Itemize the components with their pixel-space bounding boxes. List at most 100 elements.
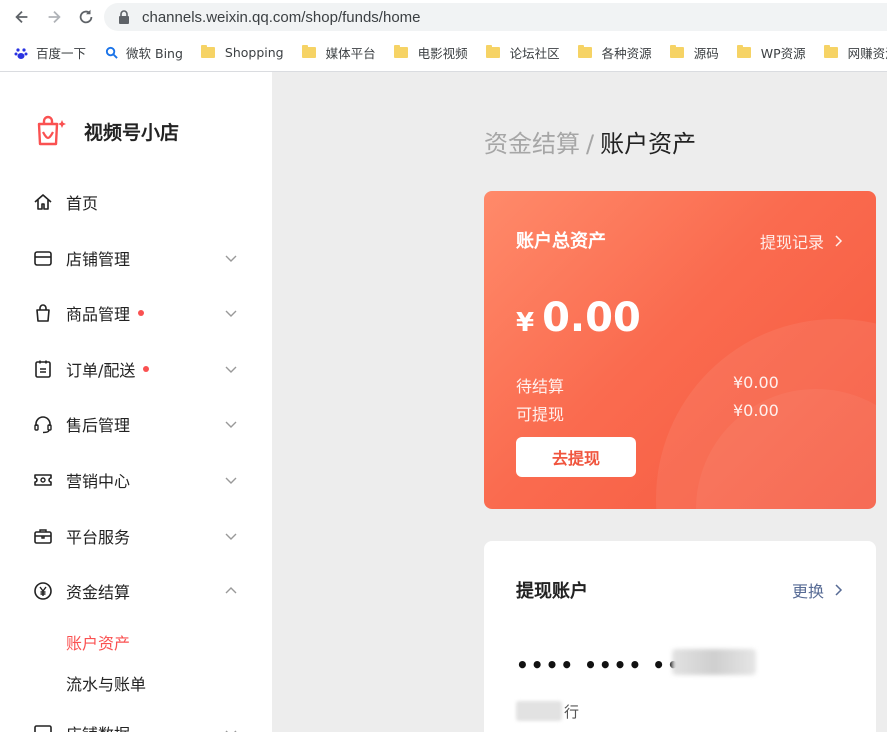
chevron-up-icon [225, 587, 237, 594]
reload-icon [79, 9, 93, 24]
folder-icon [393, 45, 408, 58]
sidebar-item-label: 店铺管理 [66, 250, 131, 269]
total-assets-amount: ¥ 0.00 [516, 295, 641, 341]
notification-dot [138, 310, 145, 316]
chevron-right-icon [835, 584, 843, 596]
sidebar-item-label: 平台服务 [66, 528, 131, 547]
folder-icon [301, 45, 316, 58]
withdrawable-value: ¥0.00 [733, 401, 779, 420]
chevron-down-icon [225, 477, 237, 484]
bookmarks-bar: 百度一下 微软 Bing Shopping 媒体平台 电影视频 论坛社区 各种资… [0, 34, 887, 72]
bing-search-icon [104, 46, 118, 60]
sidebar-item-platform-services[interactable]: 平台服务 [32, 521, 242, 551]
sidebar-item-after-sales[interactable]: 售后管理 [32, 409, 242, 439]
sidebar-item-label: 店铺数据 [66, 721, 130, 732]
bookmark-folder[interactable]: Shopping [200, 45, 284, 60]
sidebar-subitem-flow-and-bills[interactable]: 流水与账单 [66, 671, 146, 695]
currency-symbol: ¥ [516, 308, 535, 338]
forward-button[interactable] [38, 0, 70, 34]
chevron-down-icon [225, 255, 237, 262]
breadcrumb-parent[interactable]: 资金结算 [484, 130, 580, 158]
bookmark-folder[interactable]: 网赚资源 [823, 43, 887, 62]
redacted-card-digits [672, 649, 756, 675]
order-clipboard-icon [32, 358, 54, 380]
shop-bag-logo-icon [37, 115, 66, 146]
breadcrumb: 资金结算 / 账户资产 [484, 124, 696, 159]
change-account-link[interactable]: 更换 [792, 578, 844, 602]
sidebar: 视频号小店 首页 店铺管理 商品管理 订单/配送 售后管理 营销中心 平台服务 [0, 72, 272, 732]
arrow-right-icon [48, 10, 61, 24]
folder-icon [669, 45, 684, 58]
sidebar-subitem-account-assets[interactable]: 账户资产 [66, 630, 130, 654]
bookmark-folder[interactable]: 媒体平台 [301, 43, 376, 62]
browser-toolbar: channels.weixin.qq.com/shop/funds/home [0, 0, 887, 34]
folder-icon [485, 45, 500, 58]
sidebar-item-label: 商品管理 [66, 305, 131, 324]
bookmark-bing[interactable]: 微软 Bing [104, 43, 183, 62]
sidebar-item-label: 首页 [66, 194, 99, 213]
folder-icon [577, 45, 592, 58]
shopping-bag-icon [32, 302, 54, 324]
sidebar-item-marketing[interactable]: 营销中心 [32, 465, 242, 495]
bookmark-folder[interactable]: WP资源 [736, 43, 806, 62]
sidebar-item-orders[interactable]: 订单/配送 [32, 354, 242, 384]
chart-icon [32, 722, 54, 732]
sidebar-item-fund-settlement[interactable]: 资金结算 [32, 576, 242, 606]
home-icon [32, 191, 54, 213]
arrow-left-icon [15, 10, 28, 24]
ticket-icon [32, 469, 54, 491]
withdrawable-row: 可提现 ¥0.00 [516, 401, 779, 425]
store-icon [32, 247, 54, 269]
sidebar-item-store[interactable]: 店铺管理 [32, 243, 242, 273]
pending-settlement-row: 待结算 ¥0.00 [516, 373, 779, 397]
total-assets-card: 账户总资产 提现记录 ¥ 0.00 待结算 ¥0.00 可提现 ¥0.00 去提… [484, 191, 876, 509]
pending-settlement-label: 待结算 [516, 377, 565, 396]
bookmark-label: WP资源 [760, 46, 806, 61]
folder-icon [823, 45, 838, 58]
reload-button[interactable] [70, 0, 102, 34]
lock-icon [119, 10, 129, 24]
sidebar-item-label: 资金结算 [66, 583, 131, 602]
chevron-down-icon [225, 730, 237, 732]
sidebar-item-store-data[interactable]: 店铺数据 [32, 718, 242, 732]
chevron-down-icon [225, 533, 237, 540]
sidebar-item-label: 营销中心 [66, 472, 131, 491]
bookmark-baidu[interactable]: 百度一下 [14, 43, 86, 62]
bookmark-label: 百度一下 [36, 46, 87, 61]
baidu-icon [14, 46, 28, 60]
bookmark-label: 论坛社区 [509, 46, 560, 61]
chevron-right-icon [835, 235, 843, 247]
bookmark-folder[interactable]: 源码 [669, 43, 719, 62]
chevron-down-icon [225, 310, 237, 317]
bookmark-folder[interactable]: 论坛社区 [485, 43, 560, 62]
bookmark-label: 网赚资源 [847, 46, 887, 61]
redacted-bank-name [516, 701, 562, 721]
bookmark-folder[interactable]: 电影视频 [393, 43, 468, 62]
bookmark-label: Shopping [224, 45, 284, 60]
change-account-label: 更换 [791, 582, 824, 601]
total-amount-value: 0.00 [542, 295, 641, 341]
breadcrumb-separator: / [586, 130, 595, 158]
sidebar-item-products[interactable]: 商品管理 [32, 298, 242, 328]
breadcrumb-current: 账户资产 [600, 130, 697, 158]
url-text: channels.weixin.qq.com/shop/funds/home [142, 8, 421, 26]
address-bar[interactable]: channels.weixin.qq.com/shop/funds/home [104, 3, 887, 31]
bookmark-label: 媒体平台 [325, 46, 376, 61]
withdraw-account-title: 提现账户 [516, 581, 588, 602]
chevron-down-icon [225, 421, 237, 428]
withdrawable-label: 可提现 [516, 405, 565, 424]
total-assets-title: 账户总资产 [516, 231, 606, 252]
bookmark-label: 源码 [693, 46, 719, 61]
sidebar-item-label: 售后管理 [66, 416, 131, 435]
bank-name-suffix: 行 [564, 703, 580, 721]
bookmark-label: 电影视频 [417, 46, 468, 61]
withdraw-history-link[interactable]: 提现记录 [760, 229, 844, 253]
yen-circle-icon [32, 580, 54, 602]
brand[interactable]: 视频号小店 [34, 114, 179, 148]
chevron-down-icon [225, 366, 237, 373]
sidebar-item-home[interactable]: 首页 [32, 187, 242, 217]
withdraw-history-label: 提现记录 [759, 233, 824, 252]
back-button[interactable] [6, 0, 38, 34]
withdraw-button[interactable]: 去提现 [516, 437, 636, 477]
bookmark-folder[interactable]: 各种资源 [577, 43, 652, 62]
